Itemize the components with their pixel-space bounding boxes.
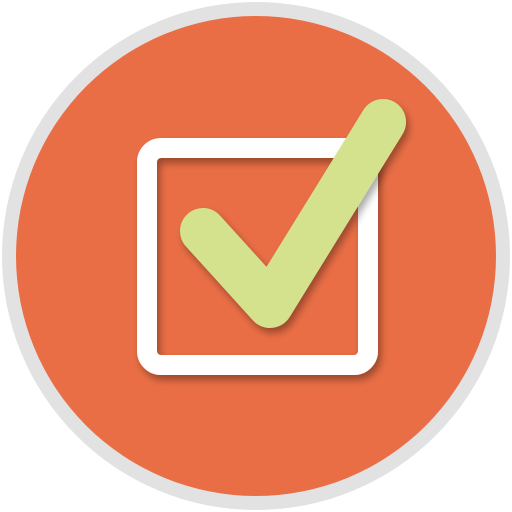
app-icon[interactable] — [0, 0, 512, 512]
